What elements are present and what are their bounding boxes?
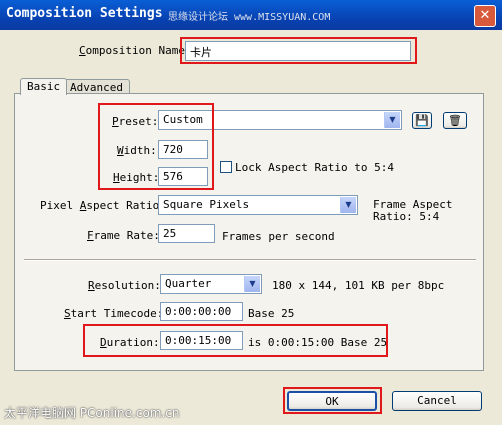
chevron-down-icon: ▼	[244, 276, 260, 292]
lock-aspect-label: Lock Aspect Ratio to 5:4	[235, 161, 394, 174]
highlight-duration	[83, 324, 388, 357]
highlight-ok	[283, 387, 382, 414]
cancel-button[interactable]: Cancel	[392, 391, 482, 411]
resolution-value: Quarter	[165, 277, 212, 290]
divider	[24, 259, 476, 261]
resolution-info: 180 x 144, 101 KB per 8bpc	[272, 279, 445, 292]
pixel-aspect-dropdown[interactable]: Square Pixels ▼	[158, 195, 358, 215]
save-preset-button[interactable]: 💾	[412, 112, 432, 129]
frame-aspect-line2: Ratio: 5:4	[373, 210, 440, 223]
chevron-down-icon: ▼	[340, 197, 356, 213]
frame-rate-label: Frame Rate:	[87, 229, 160, 242]
trash-icon: 🗑	[448, 114, 462, 127]
window-title: Composition Settings	[6, 6, 163, 21]
watermark-top: 思缘设计论坛 www.MISSYUAN.COM	[168, 12, 331, 23]
resolution-dropdown[interactable]: Quarter ▼	[160, 274, 262, 294]
start-timecode-base: Base 25	[248, 307, 295, 320]
frame-rate-input[interactable]: 25	[158, 224, 215, 243]
resolution-label: Resolution:	[88, 279, 161, 292]
lock-aspect-checkbox[interactable]	[220, 161, 232, 173]
pixel-aspect-value: Square Pixels	[163, 198, 250, 211]
highlight-comp-name	[180, 37, 417, 64]
chevron-down-icon: ▼	[384, 112, 400, 128]
delete-preset-button[interactable]: 🗑	[443, 112, 467, 129]
start-timecode-input[interactable]: 0:00:00:00	[160, 302, 243, 321]
pixel-aspect-label: Pixel Aspect Ratio:	[40, 199, 166, 212]
watermark-bottom: 太平洋电脑网 PConline.com.cn	[4, 406, 180, 420]
comp-name-label: Composition Name:	[79, 44, 192, 57]
frame-rate-unit: Frames per second	[222, 230, 335, 243]
start-timecode-label: Start Timecode:	[64, 307, 164, 320]
close-icon[interactable]: ✕	[474, 5, 496, 27]
highlight-preset-size	[98, 103, 214, 190]
save-icon: 💾	[415, 114, 429, 127]
tab-basic[interactable]: Basic	[20, 78, 68, 95]
